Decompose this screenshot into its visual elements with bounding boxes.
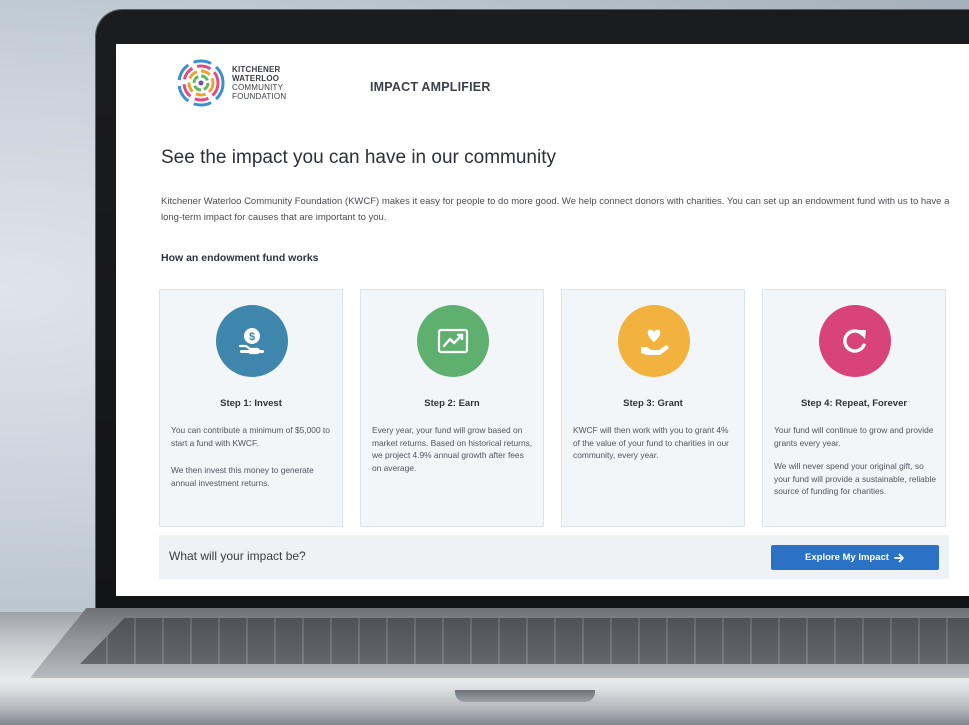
step-card-grant: Step 3: Grant KWCF will then work with y… <box>561 289 745 527</box>
laptop-lid-notch <box>455 690 595 702</box>
money-hand-icon: $ <box>238 328 264 355</box>
arrow-right-icon <box>894 553 904 562</box>
explore-button-label: Explore My Impact <box>805 552 889 563</box>
kwcf-logo-wordmark[interactable]: KITCHENER WATERLOO COMMUNITY FOUNDATION <box>232 65 286 101</box>
page-headline: See the impact you can have in our commu… <box>161 147 556 168</box>
step-1-text-1: You can contribute a minimum of $5,000 t… <box>171 425 330 448</box>
section-heading: How an endowment fund works <box>161 252 319 264</box>
step-4-text-2: We will never spend your original gift, … <box>774 461 937 496</box>
heart-hand-icon <box>641 329 669 355</box>
repeat-icon <box>843 329 866 353</box>
intro-paragraph: Kitchener Waterloo Community Foundation … <box>161 196 950 223</box>
kwcf-logo-icon <box>177 59 225 107</box>
step-card-repeat: Step 4: Repeat, Forever Your fund will c… <box>762 289 946 527</box>
laptop-keyboard <box>80 618 969 664</box>
step-1-title: Step 1: Invest <box>220 398 282 409</box>
step-1-icon-circle: $ <box>216 305 288 377</box>
step-4-text-1: Your fund will continue to grow and prov… <box>774 425 934 448</box>
svg-text:$: $ <box>249 331 255 343</box>
impact-footer-bar: What will your impact be? Explore My Imp… <box>159 535 949 579</box>
logo-line-1: KITCHENER <box>232 65 281 74</box>
step-2-title: Step 2: Earn <box>424 398 480 409</box>
laptop-screen: KITCHENER WATERLOO COMMUNITY FOUNDATION … <box>116 44 969 596</box>
step-2-text-1: Every year, your fund will grow based on… <box>372 425 533 473</box>
explore-my-impact-button[interactable]: Explore My Impact <box>771 545 939 570</box>
step-card-earn: Step 2: Earn Every year, your fund will … <box>360 289 544 527</box>
step-3-title: Step 3: Grant <box>623 398 683 409</box>
impact-question: What will your impact be? <box>169 549 306 563</box>
step-4-title: Step 4: Repeat, Forever <box>800 398 908 409</box>
step-3-icon-circle <box>618 305 690 377</box>
logo-line-4: FOUNDATION <box>232 92 287 101</box>
step-2-icon-circle <box>417 305 489 377</box>
app-title: IMPACT AMPLIFIER <box>370 80 491 94</box>
step-card-invest: $ Step 1: Invest You can contribute a mi… <box>159 289 343 527</box>
step-4-icon-circle <box>819 305 891 377</box>
steps-cards: $ Step 1: Invest You can contribute a mi… <box>159 289 949 527</box>
logo-line-2: WATERLOO <box>232 74 280 83</box>
step-3-text-1: KWCF will then work with you to grant 4%… <box>573 425 729 460</box>
logo-line-3: COMMUNITY <box>232 83 284 92</box>
step-1-text-2: We then invest this money to generate an… <box>171 465 314 488</box>
site-header: KITCHENER WATERLOO COMMUNITY FOUNDATION <box>176 58 286 108</box>
growth-chart-icon <box>437 328 469 354</box>
